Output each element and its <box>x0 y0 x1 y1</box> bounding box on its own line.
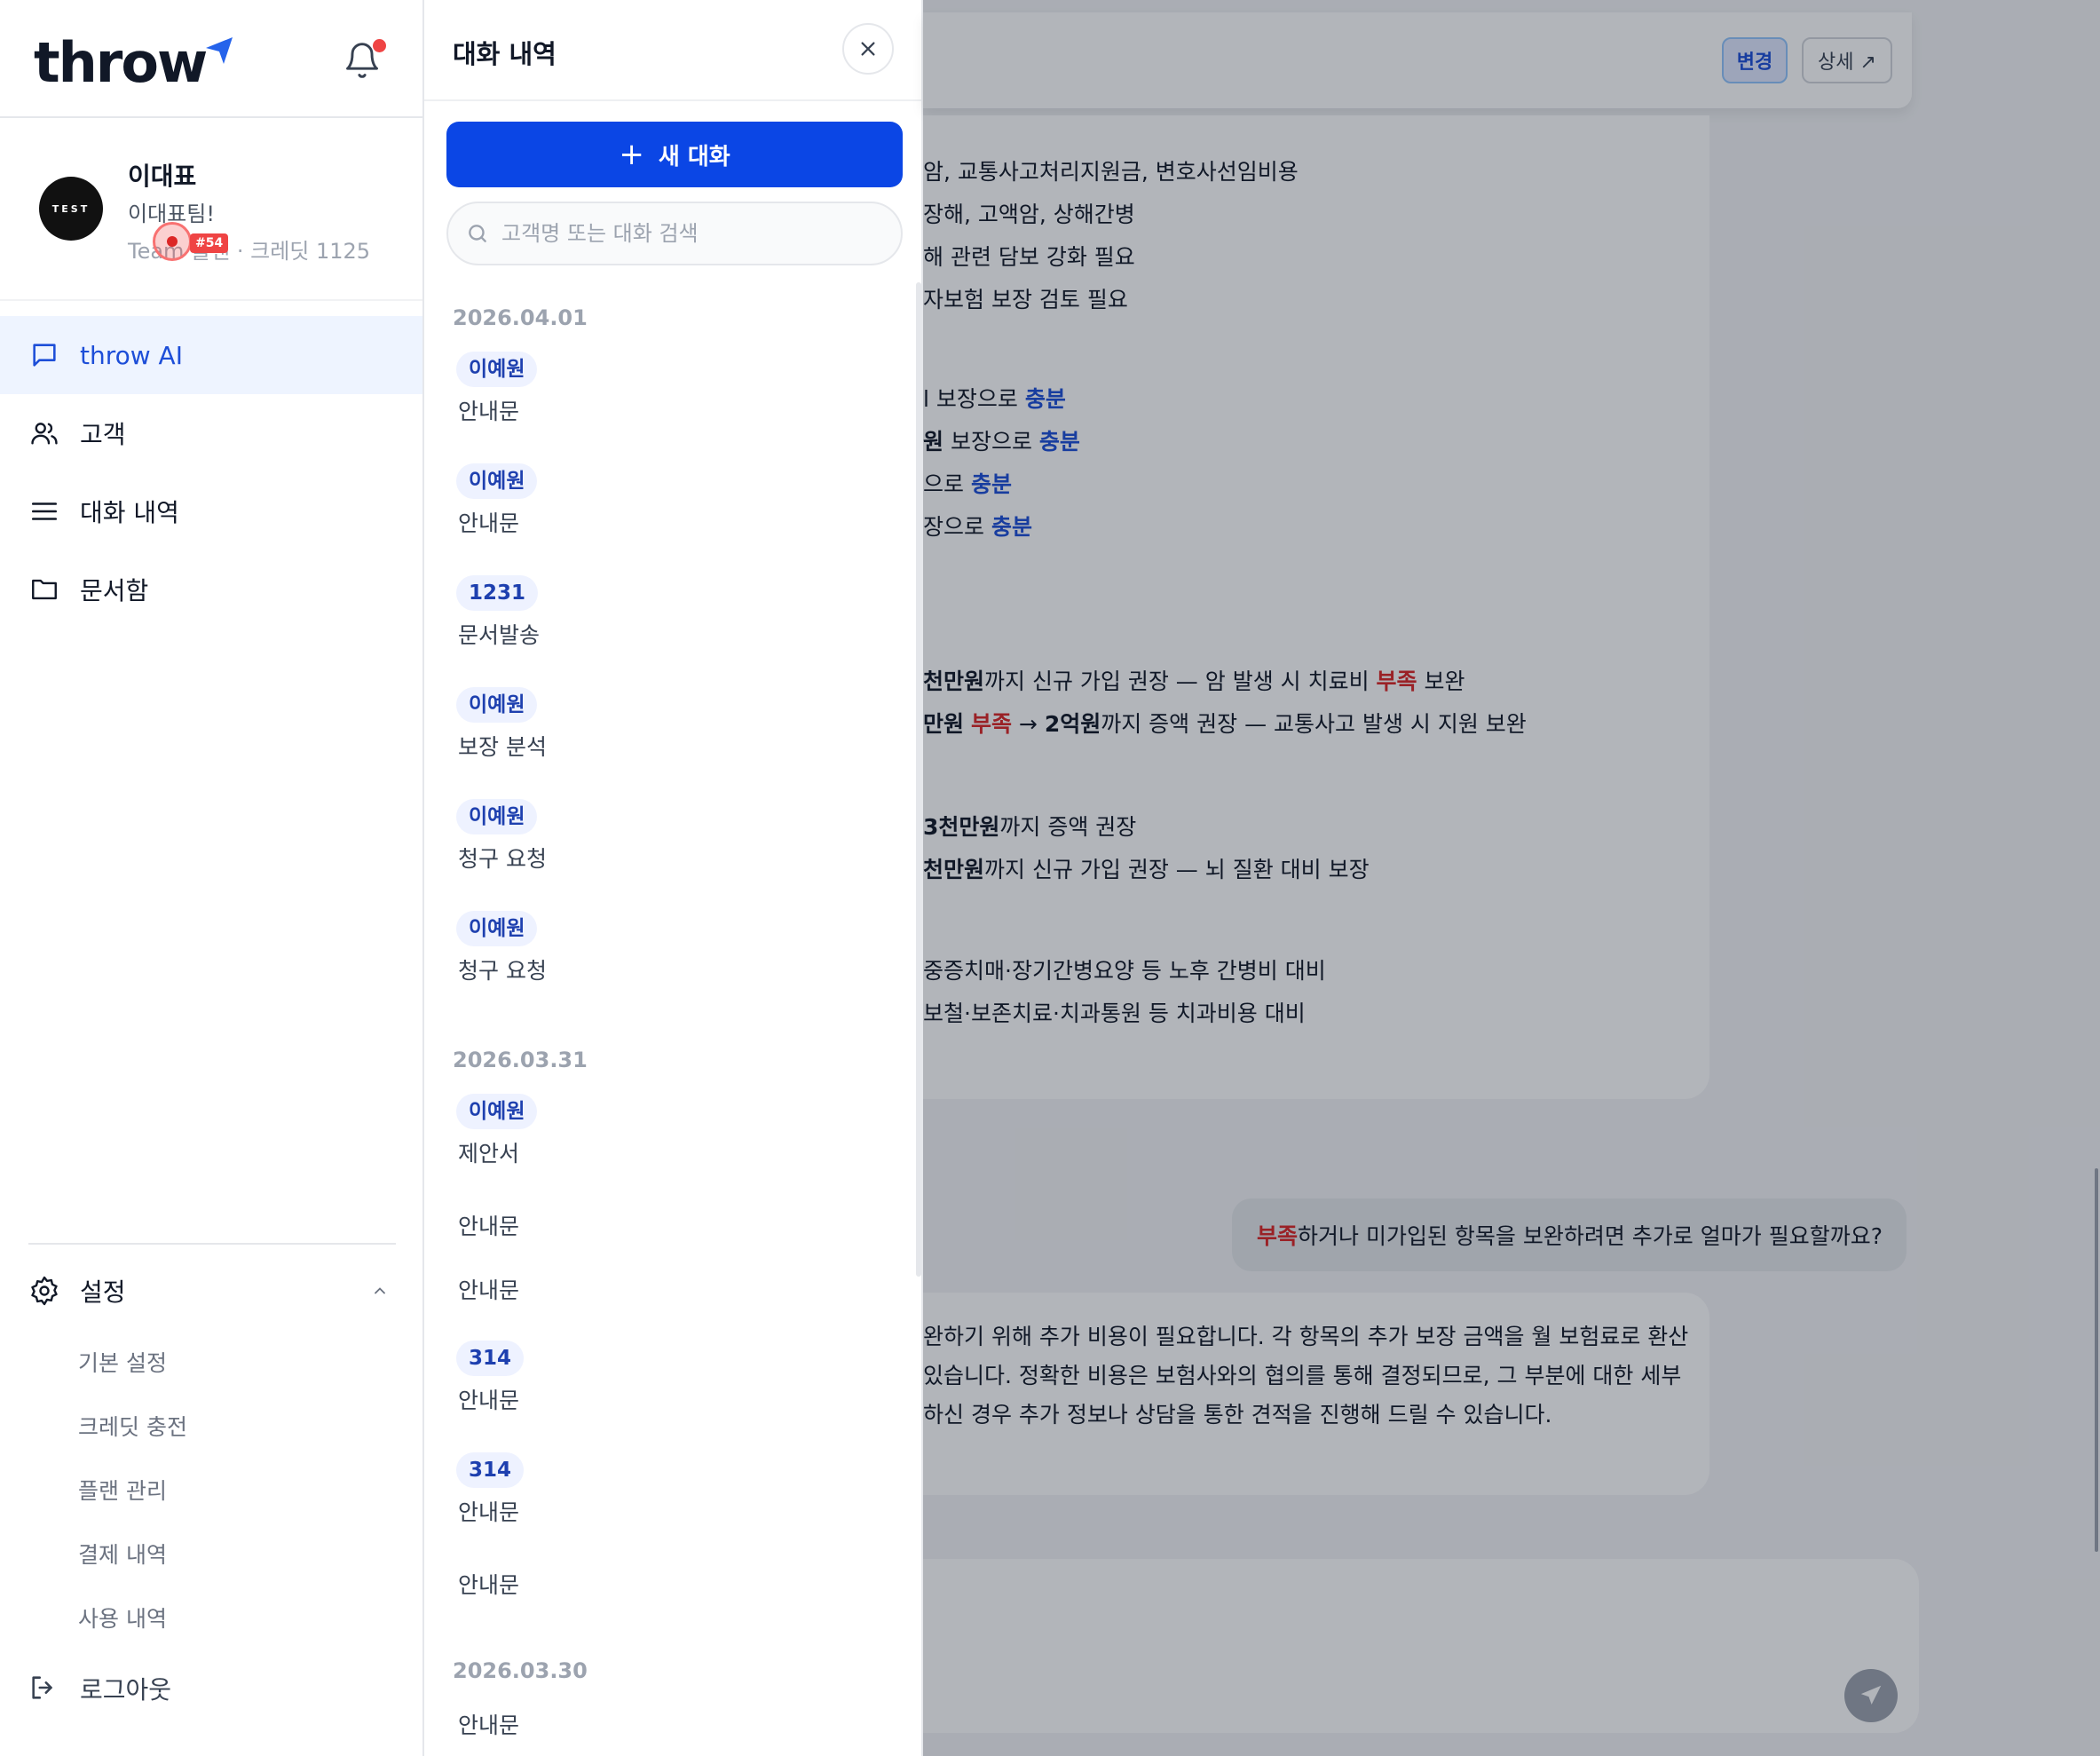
profile-name: 이대표 <box>128 162 197 191</box>
history-date-header: 2026.04.01 <box>453 305 588 330</box>
entry-label: 청구 요청 <box>458 846 547 872</box>
entry-label: 보장 분석 <box>458 734 547 760</box>
nav-label: 고객 <box>80 420 126 449</box>
nav-item-history[interactable]: 대화 내역 <box>0 472 422 550</box>
nav-label: throw AI <box>80 340 183 370</box>
history-entry[interactable]: 이예원 제안서 <box>424 1094 914 1206</box>
customer-tag: 이예원 <box>456 463 538 499</box>
entry-label: 문서발송 <box>458 622 541 648</box>
customer-tag: 이예원 <box>456 352 538 387</box>
entry-label: 안내문 <box>458 1712 520 1738</box>
sidebar: throw TEST 이대표 이대표팀! Team 플랜 · 크레딧 1125 … <box>0 0 424 1756</box>
customer-tag: 이예원 <box>456 687 538 723</box>
nav-label: 대화 내역 <box>80 498 179 527</box>
settings-toggle[interactable]: 설정 <box>0 1252 422 1330</box>
cursor-dot <box>167 236 178 247</box>
notification-dot <box>373 39 386 52</box>
app-root: throw TEST 이대표 이대표팀! Team 플랜 · 크레딧 1125 … <box>0 0 2100 1756</box>
customer-tag: 314 <box>456 1452 525 1488</box>
new-chat-button[interactable]: + 새 대화 <box>446 122 903 187</box>
search-icon <box>469 225 486 242</box>
history-date-header: 2026.03.30 <box>453 1658 588 1683</box>
sidebar-header: throw <box>0 0 422 118</box>
settings-item-payments[interactable]: 결제 내역 <box>0 1522 422 1586</box>
history-search <box>446 202 903 265</box>
close-icon <box>861 42 875 56</box>
entry-label: 안내문 <box>458 1277 520 1303</box>
list-icon <box>28 495 60 527</box>
entry-label: 청구 요청 <box>458 958 547 984</box>
nav-item-throw-ai[interactable]: throw AI <box>0 316 422 394</box>
entry-label: 안내문 <box>458 399 520 424</box>
profile-card[interactable]: TEST 이대표 이대표팀! Team 플랜 · 크레딧 1125 #54 <box>0 120 422 301</box>
logo-text: throw <box>34 30 208 95</box>
history-entry[interactable]: 안내문 <box>424 1705 914 1756</box>
history-entry[interactable]: 안내문 <box>424 1564 914 1646</box>
logo-arrow-icon <box>206 37 233 64</box>
plus-icon: + <box>619 137 644 172</box>
close-button[interactable] <box>842 23 894 75</box>
cursor-badge: #54 <box>190 233 229 253</box>
nav-label: 문서함 <box>80 576 149 605</box>
entry-label: 안내문 <box>458 1499 520 1525</box>
history-entry[interactable]: 안내문 <box>424 1270 914 1341</box>
settings-label: 설정 <box>80 1277 126 1307</box>
entry-label: 안내문 <box>458 1572 520 1598</box>
settings-item-basic[interactable]: 기본 설정 <box>0 1330 422 1394</box>
history-list: 2026.04.01 이예원 안내문 이예원 안내문 1231 문서발송 이예원… <box>424 293 914 1756</box>
entry-label: 안내문 <box>458 510 520 536</box>
avatar: TEST <box>39 177 103 241</box>
customer-tag: 이예원 <box>456 1094 538 1129</box>
customer-tag: 314 <box>456 1341 525 1376</box>
entry-label: 안내문 <box>458 1388 520 1413</box>
nav-item-documents[interactable]: 문서함 <box>0 550 422 629</box>
history-panel: 대화 내역 + 새 대화 2026.04.01 이예원 안내문 이예원 안내문 <box>424 0 923 1756</box>
entry-label: 제안서 <box>458 1141 520 1167</box>
gear-icon <box>28 1275 60 1307</box>
chat-icon <box>28 339 60 371</box>
sidebar-divider <box>28 1243 396 1245</box>
customer-tag: 1231 <box>456 575 539 611</box>
settings-item-credit-charge[interactable]: 크레딧 충전 <box>0 1394 422 1458</box>
history-entry[interactable]: 이예원 청구 요청 <box>424 799 914 911</box>
history-entry[interactable]: 이예원 청구 요청 <box>424 911 914 1035</box>
history-entry[interactable]: 314 안내문 <box>424 1341 914 1452</box>
folder-icon <box>28 573 60 605</box>
logout-label: 로그아웃 <box>80 1675 172 1705</box>
logout-button[interactable]: 로그아웃 <box>0 1649 422 1728</box>
history-entry[interactable]: 314 안내문 <box>424 1452 914 1564</box>
history-entry[interactable]: 이예원 보장 분석 <box>424 687 914 799</box>
history-entry[interactable]: 1231 문서발송 <box>424 575 914 687</box>
search-input[interactable] <box>501 221 892 246</box>
settings-section: 설정 기본 설정 크레딧 충전 플랜 관리 결제 내역 사용 내역 <box>0 1252 422 1649</box>
logo[interactable]: throw <box>34 30 234 96</box>
logout-icon <box>28 1673 60 1705</box>
main-nav: throw AI 고객 대화 내역 문서함 <box>0 316 422 629</box>
history-entry[interactable]: 이예원 안내문 <box>424 463 914 575</box>
history-header: 대화 내역 <box>424 0 921 101</box>
chevron-up-icon <box>375 1287 385 1294</box>
history-title: 대화 내역 <box>453 39 557 69</box>
new-chat-label: 새 대화 <box>658 143 730 170</box>
modal-overlay[interactable] <box>923 0 2100 1756</box>
customer-tag: 이예원 <box>456 911 538 946</box>
history-entry[interactable]: 이예원 안내문 <box>424 352 914 463</box>
settings-item-plan[interactable]: 플랜 관리 <box>0 1458 422 1522</box>
settings-item-usage[interactable]: 사용 내역 <box>0 1586 422 1649</box>
customer-tag: 이예원 <box>456 799 538 834</box>
users-icon <box>28 417 60 449</box>
history-scrollbar[interactable] <box>916 282 921 1277</box>
entry-label: 안내문 <box>458 1214 520 1239</box>
history-entry[interactable]: 안내문 <box>424 1206 914 1270</box>
history-date-header: 2026.03.31 <box>453 1048 588 1072</box>
nav-item-customers[interactable]: 고객 <box>0 394 422 472</box>
